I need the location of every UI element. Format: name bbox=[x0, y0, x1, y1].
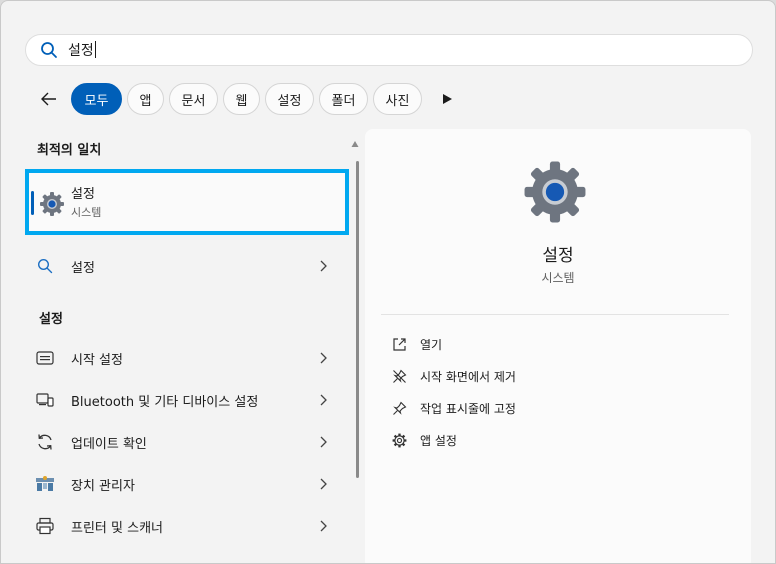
search-icon bbox=[41, 42, 57, 58]
update-icon bbox=[38, 434, 52, 450]
filter-all[interactable]: 모두 bbox=[71, 83, 122, 115]
detail-subtitle: 시스템 bbox=[541, 271, 575, 285]
devices-icon bbox=[36, 393, 54, 407]
filter-settings[interactable]: 설정 bbox=[265, 83, 314, 115]
selection-indicator bbox=[31, 191, 34, 215]
list-item-label: 업데이트 확인 bbox=[71, 436, 147, 452]
action-unpin-start[interactable]: 시작 화면에서 제거 bbox=[391, 364, 516, 388]
settings-section-heading: 설정 bbox=[39, 312, 63, 327]
chevron-right-icon bbox=[320, 436, 327, 448]
unpin-icon bbox=[392, 369, 406, 383]
printer-icon bbox=[36, 517, 54, 535]
gear-icon bbox=[392, 433, 406, 447]
action-pin-taskbar[interactable]: 작업 표시줄에 고정 bbox=[391, 396, 516, 420]
action-open[interactable]: 열기 bbox=[391, 332, 442, 356]
search-icon bbox=[37, 258, 53, 274]
chevron-right-icon bbox=[320, 520, 327, 532]
list-item-label: 프린터 및 스캐너 bbox=[71, 520, 163, 536]
web-search-label: 설정 bbox=[71, 260, 95, 276]
filter-documents[interactable]: 문서 bbox=[169, 83, 218, 115]
filter-photos[interactable]: 사진 bbox=[373, 83, 422, 115]
filter-bar: 모두 앱 문서 웹 설정 폴더 사진 bbox=[37, 82, 459, 116]
settings-gear-icon bbox=[524, 161, 586, 223]
chevron-right-icon bbox=[320, 260, 327, 272]
list-item-printers[interactable]: 프린터 및 스캐너 bbox=[35, 508, 335, 544]
back-arrow-icon bbox=[41, 92, 56, 106]
start-settings-icon bbox=[36, 351, 54, 365]
scrollbar-thumb[interactable] bbox=[356, 161, 359, 478]
play-more-icon bbox=[443, 94, 452, 104]
results-list: 최적의 일치 설정 시스템 설정 설정 시작 설정 Bluetooth 및 기타… bbox=[25, 129, 349, 563]
list-item-label: Bluetooth 및 기타 디바이스 설정 bbox=[71, 394, 259, 410]
more-filters-button[interactable] bbox=[435, 87, 459, 111]
divider bbox=[381, 314, 729, 315]
best-match-item[interactable]: 설정 시스템 bbox=[25, 169, 349, 235]
device-manager-icon bbox=[36, 476, 54, 491]
best-match-subtitle: 시스템 bbox=[71, 206, 102, 219]
list-item-label: 시작 설정 bbox=[71, 352, 123, 368]
filter-web[interactable]: 웹 bbox=[223, 83, 260, 115]
action-label: 시작 화면에서 제거 bbox=[420, 369, 516, 384]
action-label: 작업 표시줄에 고정 bbox=[420, 401, 516, 416]
chevron-right-icon bbox=[320, 352, 327, 364]
action-label: 앱 설정 bbox=[420, 433, 457, 448]
scroll-up-icon[interactable] bbox=[351, 140, 359, 148]
list-item-update[interactable]: 업데이트 확인 bbox=[35, 424, 335, 460]
detail-title: 설정 bbox=[542, 246, 574, 266]
settings-gear-icon bbox=[40, 192, 64, 216]
chevron-right-icon bbox=[320, 394, 327, 406]
start-search-window: 설정 모두 앱 문서 웹 설정 폴더 사진 최적의 일치 설정 시스템 설정 설… bbox=[0, 0, 776, 564]
best-match-heading: 최적의 일치 bbox=[37, 143, 102, 158]
text-caret bbox=[94, 41, 96, 58]
back-button[interactable] bbox=[37, 87, 61, 111]
search-box[interactable]: 설정 bbox=[25, 34, 753, 66]
filter-apps[interactable]: 앱 bbox=[127, 83, 164, 115]
pin-icon bbox=[392, 401, 406, 415]
list-item-bluetooth[interactable]: Bluetooth 및 기타 디바이스 설정 bbox=[35, 382, 335, 418]
search-input[interactable]: 설정 bbox=[68, 40, 96, 60]
best-match-title: 설정 bbox=[71, 187, 95, 202]
list-item-device-manager[interactable]: 장치 관리자 bbox=[35, 466, 335, 502]
web-search-item[interactable]: 설정 bbox=[35, 248, 335, 284]
detail-panel: 설정 시스템 열기 시작 화면에서 제거 작업 표시줄에 고정 앱 설정 bbox=[365, 129, 751, 563]
list-item-start-settings[interactable]: 시작 설정 bbox=[35, 340, 335, 376]
filter-folders[interactable]: 폴더 bbox=[319, 83, 368, 115]
list-item-label: 장치 관리자 bbox=[71, 478, 135, 494]
action-app-settings[interactable]: 앱 설정 bbox=[391, 428, 457, 452]
chevron-right-icon bbox=[320, 478, 327, 490]
action-label: 열기 bbox=[420, 337, 443, 352]
open-external-icon bbox=[392, 337, 406, 351]
